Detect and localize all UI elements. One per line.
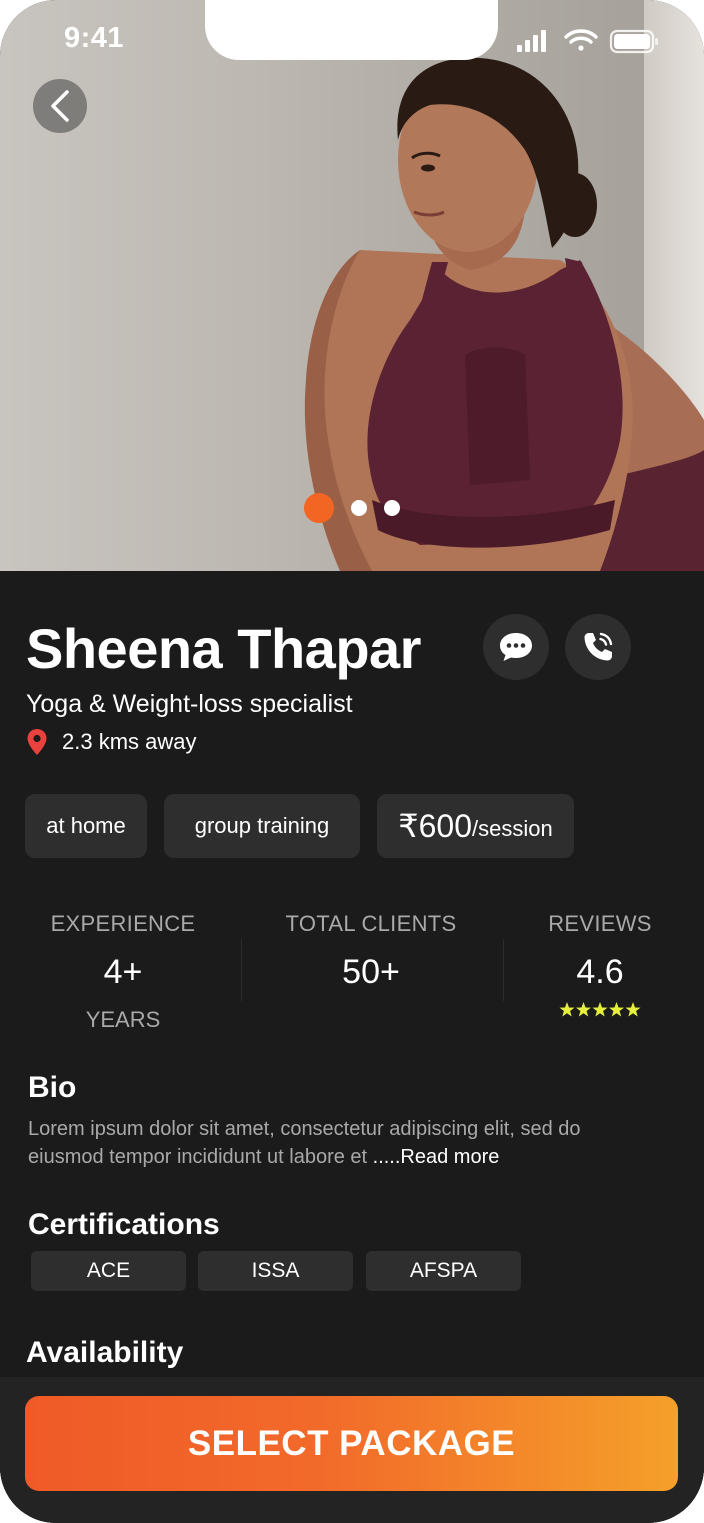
- tag-at-home-label: at home: [46, 813, 126, 838]
- price-amount: ₹600: [398, 808, 473, 844]
- star-icon: [576, 1002, 591, 1017]
- trainer-specialty: Yoga & Weight-loss specialist: [26, 690, 353, 718]
- wifi-icon: [564, 29, 598, 51]
- distance-text: 2.3 kms away: [62, 729, 197, 754]
- total-clients-value: 50+: [342, 953, 400, 991]
- carousel-dots: [304, 493, 417, 523]
- carousel-dot[interactable]: [384, 500, 400, 516]
- device-notch: [205, 0, 498, 60]
- reviews-value: 4.6: [576, 953, 624, 991]
- chat-bubble-icon: [500, 633, 532, 661]
- availability-title: Availability: [26, 1336, 184, 1369]
- read-more-link[interactable]: .....Read more: [373, 1146, 500, 1168]
- status-time: 9:41: [64, 22, 125, 54]
- reviews-label: REVIEWS: [548, 911, 652, 936]
- certification-badge: ACE: [31, 1251, 186, 1291]
- bio-text: Lorem ipsum dolor sit amet, consectetur …: [28, 1115, 628, 1171]
- experience-unit: YEARS: [85, 1007, 161, 1032]
- certification-badge: ISSA: [198, 1251, 353, 1291]
- tag-group-training[interactable]: group training: [164, 794, 360, 858]
- total-clients-label: TOTAL CLIENTS: [285, 911, 457, 936]
- hero-carousel[interactable]: 9:41: [0, 0, 704, 571]
- stat-divider: [503, 939, 504, 1001]
- carousel-dot-active[interactable]: [304, 493, 334, 523]
- carousel-dot[interactable]: [351, 500, 367, 516]
- star-icon: [559, 1002, 575, 1017]
- certifications-title: Certifications: [28, 1208, 220, 1241]
- price-unit: /session: [472, 816, 553, 841]
- tag-at-home[interactable]: at home: [25, 794, 147, 858]
- star-icon: [625, 1002, 641, 1017]
- signal-icon: [517, 30, 546, 52]
- battery-icon: [609, 29, 658, 54]
- star-icon: [592, 1002, 608, 1017]
- phone-screen: 9:41 Sheena Thapar Yoga & Weight-loss sp…: [0, 0, 704, 1523]
- trainer-photo: [304, 57, 704, 571]
- trainer-name: Sheena Thapar: [26, 617, 421, 680]
- select-package-button[interactable]: SELECT PACKAGE: [25, 1396, 678, 1491]
- certification-badge: AFSPA: [366, 1251, 521, 1291]
- trainer-location: 2.3 kms away: [26, 727, 197, 757]
- experience-value: 4+: [103, 953, 143, 991]
- status-icons: [517, 29, 658, 54]
- call-button[interactable]: [565, 614, 631, 680]
- back-button[interactable]: [33, 79, 87, 133]
- experience-label: EXPERIENCE: [50, 911, 196, 936]
- location-pin-icon: [27, 729, 47, 755]
- trainer-details: Sheena Thapar Yoga & Weight-loss special…: [0, 571, 704, 1523]
- bio-title: Bio: [28, 1071, 77, 1104]
- chevron-left-icon: [51, 90, 69, 122]
- star-icon: [609, 1002, 624, 1017]
- rating-stars: [559, 1002, 641, 1017]
- tag-price[interactable]: ₹600/session: [377, 794, 574, 858]
- status-bar: 9:41: [0, 0, 704, 80]
- tag-group-training-label: group training: [194, 813, 330, 838]
- phone-call-icon: [584, 632, 613, 661]
- chat-button[interactable]: [483, 614, 549, 680]
- stat-divider: [241, 939, 242, 1001]
